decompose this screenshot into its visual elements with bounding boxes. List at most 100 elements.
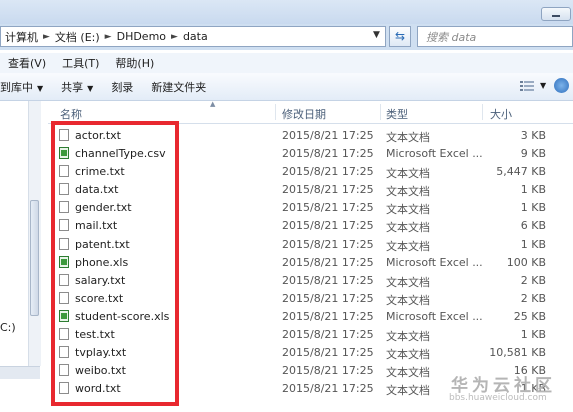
file-date: 2015/8/21 17:25 <box>282 147 374 161</box>
breadcrumb-separator-icon[interactable]: ► <box>171 32 178 42</box>
file-row[interactable]: crime.txt 2015/8/21 17:25 文本文档 5,447 KB <box>48 162 573 180</box>
file-date: 2015/8/21 17:25 <box>282 165 374 179</box>
minimize-button[interactable] <box>541 7 571 21</box>
file-name: actor.txt <box>75 129 121 142</box>
file-date: 2015/8/21 17:25 <box>282 183 374 197</box>
new-folder-button[interactable]: 新建文件夹 <box>142 79 215 95</box>
nav-horizontal-scrollbar[interactable] <box>0 366 40 379</box>
file-date: 2015/8/21 17:25 <box>282 237 374 251</box>
burn-button[interactable]: 刻录 <box>102 79 142 95</box>
file-row[interactable]: score.txt 2015/8/21 17:25 文本文档 2 KB <box>48 289 573 307</box>
text-file-icon <box>59 201 69 214</box>
text-file-icon <box>59 165 69 178</box>
text-file-icon <box>59 273 69 286</box>
text-file-icon <box>59 183 69 196</box>
file-size: 2 KB <box>520 291 546 305</box>
column-divider[interactable] <box>380 104 381 120</box>
file-type: 文本文档 <box>386 131 430 144</box>
excel-file-icon <box>59 255 69 268</box>
file-name: test.txt <box>75 328 115 342</box>
help-icon[interactable] <box>554 78 569 93</box>
breadcrumb-drive[interactable]: 文档 (E:) <box>55 29 100 45</box>
nav-scrollbar-thumb[interactable] <box>30 200 39 316</box>
file-type: 文本文档 <box>386 330 430 344</box>
breadcrumb-data[interactable]: data <box>183 30 208 43</box>
file-row[interactable]: student-score.xls 2015/8/21 17:25 Microsof… <box>48 307 573 325</box>
command-bar: 到库中 ▼ 共享 ▼ 刻录 新建文件夹 <box>0 73 573 101</box>
file-date: 2015/8/21 17:25 <box>282 291 374 305</box>
text-file-icon <box>59 219 69 232</box>
file-type: Microsoft Excel ... <box>386 147 483 161</box>
file-type: Microsoft Excel ... <box>386 255 483 269</box>
menu-tools[interactable]: 工具(T) <box>54 55 107 71</box>
file-name: phone.xls <box>75 255 129 269</box>
column-type-header[interactable]: 类型 <box>386 106 408 122</box>
file-row[interactable]: tvplay.txt 2015/8/21 17:25 文本文档 10,581 KB <box>48 343 573 361</box>
file-type: 文本文档 <box>386 167 430 181</box>
file-row[interactable]: data.txt 2015/8/21 17:25 文本文档 1 KB <box>48 180 573 198</box>
file-type: 文本文档 <box>386 275 430 289</box>
file-name: weibo.txt <box>75 364 126 378</box>
file-size: 6 KB <box>520 219 546 233</box>
file-type: 文本文档 <box>386 366 430 380</box>
address-row: 计算机 ► 文档 (E:) ► DHDemo ► data ▼ ⇆ 搜索 data <box>0 24 573 50</box>
text-file-icon <box>59 364 69 377</box>
share-button[interactable]: 共享 ▼ <box>52 79 102 95</box>
refresh-button[interactable]: ⇆ <box>389 26 411 47</box>
menu-view[interactable]: 查看(V) <box>0 55 54 71</box>
column-divider[interactable] <box>275 104 276 120</box>
view-dropdown-icon[interactable]: ▼ <box>540 81 546 90</box>
excel-file-icon <box>59 309 69 322</box>
file-row[interactable]: channelType.csv 2015/8/21 17:25 Microsoft … <box>48 144 573 162</box>
sort-ascending-icon: ▲ <box>210 100 216 108</box>
search-placeholder: 搜索 data <box>426 30 477 44</box>
file-name: score.txt <box>75 291 124 305</box>
column-name-header[interactable]: 名称 <box>60 106 82 122</box>
file-type: 文本文档 <box>386 348 430 362</box>
file-name: gender.txt <box>75 201 132 215</box>
file-name: tvplay.txt <box>75 346 127 360</box>
file-row[interactable]: test.txt 2015/8/21 17:25 文本文档 1 KB <box>48 325 573 343</box>
file-row[interactable]: actor.txt 2015/8/21 17:25 文本文档 3 KB <box>48 126 573 144</box>
file-row[interactable]: patent.txt 2015/8/21 17:25 文本文档 1 KB <box>48 235 573 253</box>
file-date: 2015/8/21 17:25 <box>282 328 374 342</box>
address-dropdown-icon[interactable]: ▼ <box>373 30 380 40</box>
view-options-icon[interactable] <box>520 80 534 92</box>
file-size: 1 KB <box>520 237 546 251</box>
file-row[interactable]: mail.txt 2015/8/21 17:25 文本文档 6 KB <box>48 216 573 234</box>
watermark-url: bbs.huaweicloud.com <box>449 393 547 403</box>
file-row[interactable]: phone.xls 2015/8/21 17:25 Microsoft Excel … <box>48 253 573 271</box>
file-date: 2015/8/21 17:25 <box>282 201 374 215</box>
file-name: patent.txt <box>75 237 130 251</box>
text-file-icon <box>59 346 69 359</box>
file-date: 2015/8/21 17:25 <box>282 364 374 378</box>
column-divider[interactable] <box>482 104 483 120</box>
search-input[interactable]: 搜索 data <box>417 26 573 47</box>
menu-bar: 查看(V) 工具(T) 帮助(H) <box>0 53 573 73</box>
column-date-header[interactable]: 修改日期 <box>282 106 326 122</box>
column-size-header[interactable]: 大小 <box>490 106 512 122</box>
refresh-icon: ⇆ <box>394 29 406 43</box>
file-date: 2015/8/21 17:25 <box>282 219 374 233</box>
file-size: 3 KB <box>520 129 546 142</box>
breadcrumb-separator-icon[interactable]: ► <box>105 32 112 42</box>
share-label: 共享 <box>61 80 84 94</box>
column-header: ▲ 名称 修改日期 类型 大小 <box>48 100 573 124</box>
file-date: 2015/8/21 17:25 <box>282 309 374 323</box>
menu-help[interactable]: 帮助(H) <box>107 55 162 71</box>
file-name: crime.txt <box>75 165 125 179</box>
text-file-icon <box>59 382 69 395</box>
file-row[interactable]: gender.txt 2015/8/21 17:25 文本文档 1 KB <box>48 198 573 216</box>
include-in-library-button[interactable]: 到库中 ▼ <box>0 79 52 95</box>
breadcrumb-dhdemo[interactable]: DHDemo <box>117 30 166 43</box>
file-name: mail.txt <box>75 219 118 233</box>
file-name: student-score.xls <box>75 309 170 323</box>
address-bar[interactable]: 计算机 ► 文档 (E:) ► DHDemo ► data <box>0 26 386 47</box>
breadcrumb-computer[interactable]: 计算机 <box>5 29 38 45</box>
file-size: 25 KB <box>513 309 546 323</box>
breadcrumb-separator-icon[interactable]: ► <box>43 32 50 42</box>
nav-item-drive-c[interactable]: C:) <box>0 321 16 334</box>
file-size: 9 KB <box>520 147 546 161</box>
file-row[interactable]: salary.txt 2015/8/21 17:25 文本文档 2 KB <box>48 271 573 289</box>
file-size: 2 KB <box>520 273 546 287</box>
